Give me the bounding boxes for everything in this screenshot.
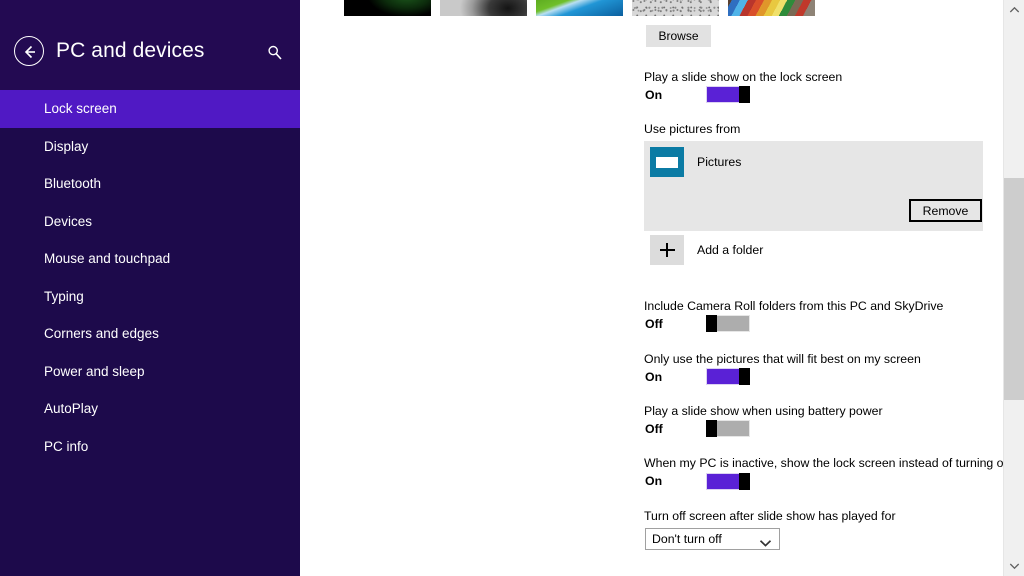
inactive-lock-toggle[interactable] xyxy=(706,473,750,490)
lock-screen-thumb-4[interactable] xyxy=(632,0,719,16)
back-arrow-icon[interactable] xyxy=(14,36,44,66)
pictures-icon-dot xyxy=(674,160,676,162)
pictures-folder-icon xyxy=(650,147,684,177)
sidebar-item-label: PC info xyxy=(44,438,89,454)
camera-roll-label: Include Camera Roll folders from this PC… xyxy=(644,299,944,313)
settings-app: PC and devices Lock screen Display Bluet… xyxy=(0,0,1024,576)
back-and-title: PC and devices xyxy=(14,36,204,66)
scrollbar-thumb[interactable] xyxy=(1004,178,1024,400)
lock-screen-thumb-3[interactable] xyxy=(536,0,623,16)
dropdown-value: Don't turn off xyxy=(652,532,722,546)
settings-content: Browse Play a slide show on the lock scr… xyxy=(300,0,1024,576)
sidebar-item-typing[interactable]: Typing xyxy=(0,278,300,316)
lock-screen-thumb-2[interactable] xyxy=(440,0,527,16)
battery-power-toggle[interactable] xyxy=(706,420,750,437)
slideshow-label: Play a slide show on the lock screen xyxy=(644,70,843,84)
left-pane: PC and devices Lock screen Display Bluet… xyxy=(0,0,300,576)
browse-button[interactable]: Browse xyxy=(646,25,711,47)
slideshow-toggle[interactable] xyxy=(706,86,750,103)
sidebar-item-label: Bluetooth xyxy=(44,176,102,192)
remove-button[interactable]: Remove xyxy=(909,199,982,222)
lock-screen-thumb-1[interactable] xyxy=(344,0,431,16)
battery-power-label: Play a slide show when using battery pow… xyxy=(644,404,883,418)
page-title: PC and devices xyxy=(56,39,205,62)
scroll-down-button[interactable] xyxy=(1004,556,1024,576)
sidebar-item-bluetooth[interactable]: Bluetooth xyxy=(0,165,300,203)
sidebar-item-label: Lock screen xyxy=(44,101,117,117)
toggle-thumb xyxy=(739,368,750,385)
fit-best-label: Only use the pictures that will fit best… xyxy=(644,352,921,366)
lock-screen-thumb-5[interactable] xyxy=(728,0,815,16)
inactive-lock-state: On xyxy=(645,474,663,488)
scroll-up-button[interactable] xyxy=(1004,0,1024,20)
sidebar-item-label: Power and sleep xyxy=(44,363,145,379)
lock-screen-thumbnails xyxy=(344,0,815,16)
pictures-sources-panel: Pictures Remove xyxy=(644,141,983,231)
sidebar-nav: Lock screen Display Bluetooth Devices Mo… xyxy=(0,90,300,465)
fit-best-state: On xyxy=(645,370,663,384)
use-pictures-from-label: Use pictures from xyxy=(644,122,741,136)
sidebar-item-autoplay[interactable]: AutoPlay xyxy=(0,390,300,428)
chevron-down-icon xyxy=(1009,563,1020,570)
sidebar-item-label: Mouse and touchpad xyxy=(44,251,171,267)
camera-roll-toggle[interactable] xyxy=(706,315,750,332)
toggle-thumb xyxy=(706,420,717,437)
chevron-down-glyph xyxy=(759,540,772,547)
slideshow-state: On xyxy=(645,88,663,102)
sidebar-item-mouse-and-touchpad[interactable]: Mouse and touchpad xyxy=(0,240,300,278)
sidebar-item-label: Display xyxy=(44,138,89,154)
battery-power-state: Off xyxy=(645,422,663,436)
inactive-lock-label: When my PC is inactive, show the lock sc… xyxy=(644,456,1024,470)
add-folder-row[interactable]: Add a folder xyxy=(650,235,763,265)
toggle-thumb xyxy=(739,86,750,103)
chevron-down-icon xyxy=(759,535,772,553)
sidebar-item-power-and-sleep[interactable]: Power and sleep xyxy=(0,353,300,391)
vertical-scrollbar[interactable] xyxy=(1003,0,1024,576)
pictures-folder-row[interactable]: Pictures xyxy=(650,147,741,177)
sidebar-item-label: AutoPlay xyxy=(44,401,99,417)
turn-off-screen-label: Turn off screen after slide show has pla… xyxy=(644,509,896,523)
pictures-folder-name: Pictures xyxy=(697,155,742,169)
sidebar-item-label: Devices xyxy=(44,213,93,229)
search-icon[interactable] xyxy=(264,42,286,64)
add-folder-label: Add a folder xyxy=(697,243,764,257)
plus-icon xyxy=(650,235,684,265)
sidebar-item-pc-info[interactable]: PC info xyxy=(0,428,300,466)
sidebar-item-label: Typing xyxy=(44,288,84,304)
sidebar-item-label: Corners and edges xyxy=(44,326,159,342)
sidebar-item-devices[interactable]: Devices xyxy=(0,203,300,241)
toggle-thumb xyxy=(706,315,717,332)
fit-best-toggle[interactable] xyxy=(706,368,750,385)
toggle-thumb xyxy=(739,473,750,490)
sidebar-item-corners-and-edges[interactable]: Corners and edges xyxy=(0,315,300,353)
search-glyph xyxy=(268,45,282,60)
chevron-up-icon xyxy=(1009,6,1020,13)
back-arrow-glyph xyxy=(24,45,35,59)
turn-off-screen-dropdown[interactable]: Don't turn off xyxy=(645,528,780,550)
app-header: PC and devices xyxy=(0,0,300,90)
sidebar-item-display[interactable]: Display xyxy=(0,128,300,166)
camera-roll-state: Off xyxy=(645,317,663,331)
sidebar-item-lock-screen[interactable]: Lock screen xyxy=(0,90,300,128)
